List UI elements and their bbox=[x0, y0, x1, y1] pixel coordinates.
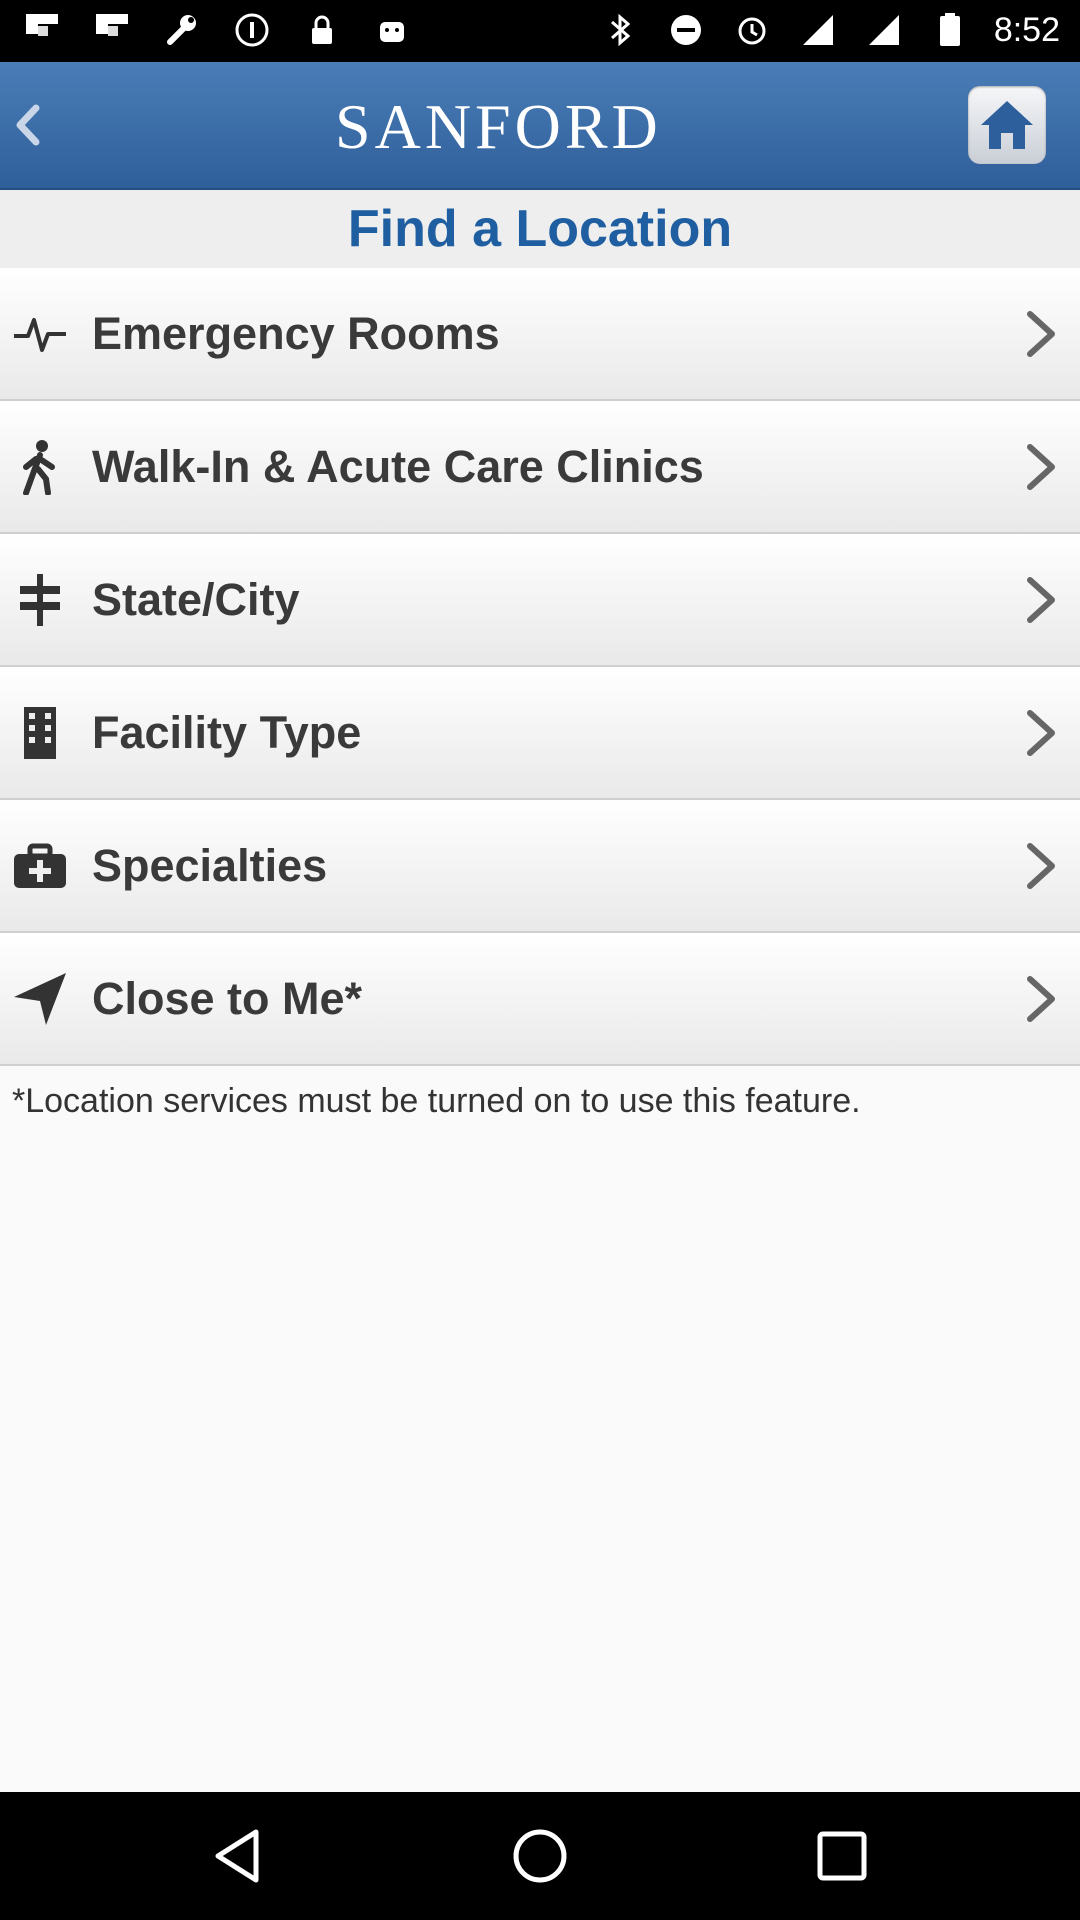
home-button[interactable] bbox=[968, 86, 1046, 164]
chevron-right-icon bbox=[1027, 444, 1055, 490]
home-circle-icon[interactable] bbox=[508, 1824, 572, 1888]
signal-icon bbox=[862, 8, 906, 52]
chevron-left-icon bbox=[16, 104, 40, 146]
location-menu-list: Emergency Rooms Walk-In & Acute Care Cli… bbox=[0, 268, 1080, 1066]
menu-item-emergency-rooms[interactable]: Emergency Rooms bbox=[0, 268, 1080, 401]
chevron-right-icon bbox=[1027, 311, 1055, 357]
menu-item-walk-in-clinics[interactable]: Walk-In & Acute Care Clinics bbox=[0, 401, 1080, 534]
menu-item-state-city[interactable]: State/City bbox=[0, 534, 1080, 667]
flipboard-icon bbox=[20, 8, 64, 52]
alarm-icon bbox=[730, 8, 774, 52]
menu-item-label: Close to Me* bbox=[92, 973, 363, 1024]
wrench-icon bbox=[160, 8, 204, 52]
menu-item-specialties[interactable]: Specialties bbox=[0, 800, 1080, 933]
menu-item-label: Facility Type bbox=[92, 707, 362, 758]
menu-item-close-to-me[interactable]: Close to Me* bbox=[0, 933, 1080, 1066]
menu-item-facility-type[interactable]: Facility Type bbox=[0, 667, 1080, 800]
app-header: SANFORD bbox=[0, 62, 1080, 190]
flipboard-icon bbox=[90, 8, 134, 52]
building-icon bbox=[12, 705, 68, 761]
recents-square-icon[interactable] bbox=[810, 1824, 874, 1888]
bluetooth-icon bbox=[598, 8, 642, 52]
clock: 8:52 bbox=[993, 10, 1060, 49]
android-icon bbox=[370, 8, 414, 52]
battery-icon bbox=[928, 8, 972, 52]
chevron-right-icon bbox=[1027, 710, 1055, 756]
sanford-logo: SANFORD bbox=[335, 88, 755, 164]
status-bar: 8:52 bbox=[0, 0, 1080, 62]
walking-person-icon bbox=[12, 439, 68, 495]
logo-text: SANFORD bbox=[335, 91, 662, 162]
menu-item-label: Walk-In & Acute Care Clinics bbox=[92, 441, 704, 492]
heartbeat-icon bbox=[12, 306, 68, 362]
signal-icon bbox=[796, 8, 840, 52]
location-services-footnote: *Location services must be turned on to … bbox=[12, 1082, 861, 1120]
do-not-disturb-icon bbox=[664, 8, 708, 52]
home-icon bbox=[981, 101, 1033, 149]
menu-item-label: State/City bbox=[92, 574, 300, 625]
page-title-band: Find a Location bbox=[0, 190, 1080, 268]
menu-item-label: Emergency Rooms bbox=[92, 308, 500, 359]
system-navigation-bar bbox=[0, 1792, 1080, 1920]
menu-item-label: Specialties bbox=[92, 840, 328, 891]
signpost-icon bbox=[12, 572, 68, 628]
back-triangle-icon[interactable] bbox=[206, 1824, 270, 1888]
chevron-right-icon bbox=[1027, 843, 1055, 889]
chevron-right-icon bbox=[1027, 976, 1055, 1022]
location-arrow-icon bbox=[12, 971, 68, 1027]
chevron-right-icon bbox=[1027, 577, 1055, 623]
page-title: Find a Location bbox=[347, 200, 733, 258]
lock-icon bbox=[300, 8, 344, 52]
medical-briefcase-icon bbox=[12, 838, 68, 894]
back-button[interactable] bbox=[8, 102, 48, 148]
info-icon bbox=[230, 8, 274, 52]
